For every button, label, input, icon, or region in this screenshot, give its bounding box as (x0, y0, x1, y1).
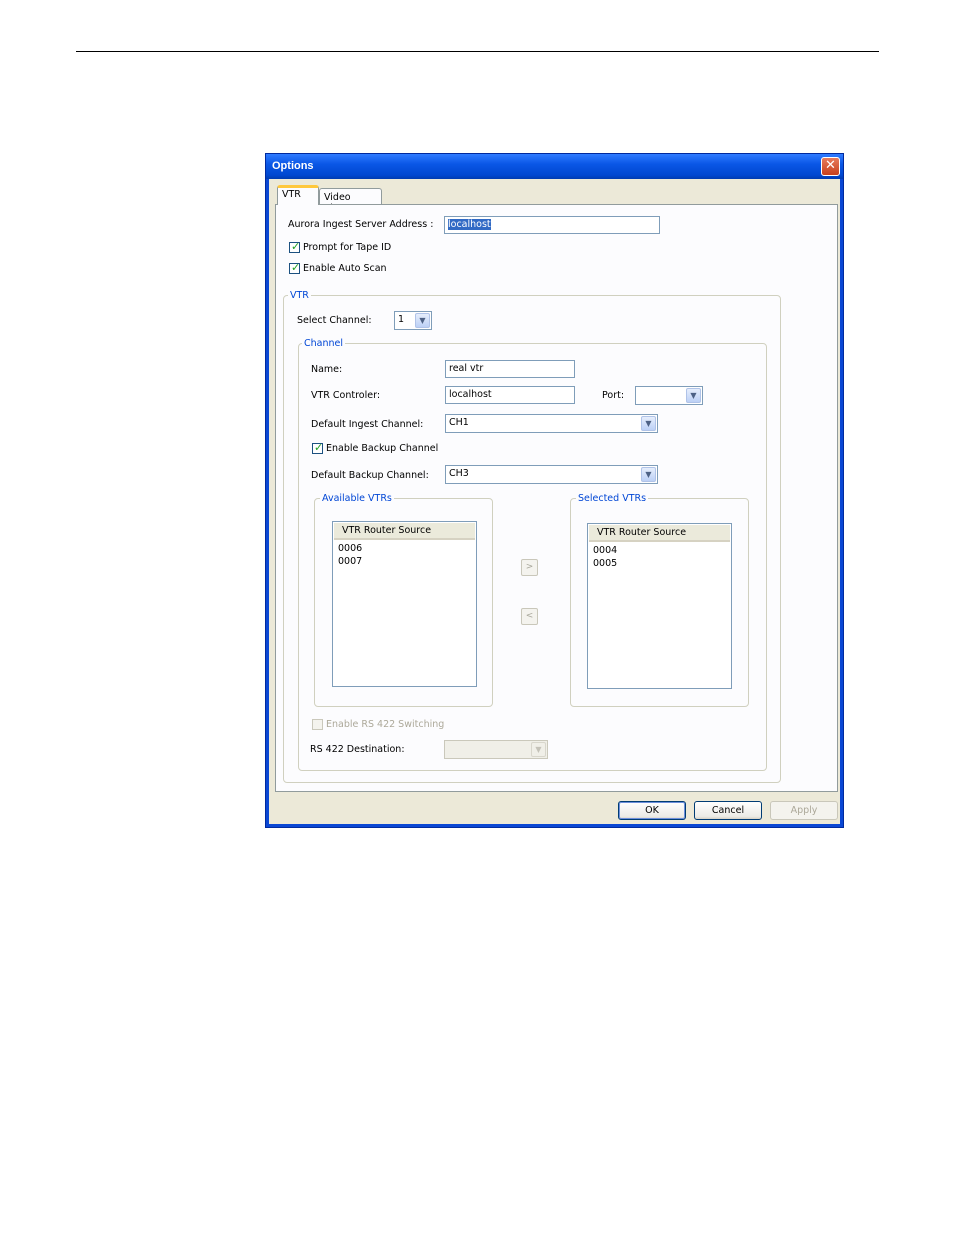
selected-vtrs-title: Selected VTRs (576, 493, 649, 504)
rs422-switching-checkbox[interactable] (312, 719, 323, 730)
list-item[interactable]: 0005 (593, 558, 617, 569)
enable-backup-label: Enable Backup Channel (326, 443, 439, 454)
rs422-switching-label: Enable RS 422 Switching (326, 719, 445, 730)
default-ingest-dropdown[interactable]: CH1 ▼ (445, 414, 658, 433)
port-dropdown[interactable]: ▼ (635, 386, 703, 405)
server-address-label: Aurora Ingest Server Address : (288, 219, 434, 230)
chevron-down-icon[interactable]: ▼ (641, 467, 656, 482)
chevron-down-icon[interactable]: ▼ (531, 742, 546, 757)
window-title: Options (272, 160, 314, 172)
default-ingest-value: CH1 (449, 417, 469, 428)
tab-vtr[interactable]: VTR (277, 185, 319, 205)
available-vtrs-list[interactable]: VTR Router Source 0006 0007 (332, 521, 477, 687)
default-backup-dropdown[interactable]: CH3 ▼ (445, 465, 658, 484)
list-item[interactable]: 0006 (338, 543, 362, 554)
add-vtr-button[interactable]: > (521, 559, 538, 576)
remove-vtr-button[interactable]: < (521, 608, 538, 625)
page-top-rule (76, 51, 879, 52)
vtr-group-title: VTR (288, 290, 311, 301)
enable-backup-checkbox[interactable]: ✓ (312, 441, 324, 454)
vtr-controller-input[interactable]: localhost (445, 386, 575, 404)
default-ingest-label: Default Ingest Channel: (311, 419, 424, 430)
name-value: real vtr (449, 363, 484, 374)
vtr-tab-panel: Aurora Ingest Server Address : localhost… (275, 204, 838, 792)
rs422-destination-dropdown[interactable]: ▼ (444, 740, 548, 759)
list-item[interactable]: 0004 (593, 545, 617, 556)
ok-button[interactable]: OK (618, 801, 686, 820)
default-backup-value: CH3 (449, 468, 469, 479)
select-channel-label: Select Channel: (297, 315, 372, 326)
tab-vtr-label: VTR (282, 189, 301, 200)
title-bar[interactable]: Options ✕ (266, 154, 843, 179)
auto-scan-label: Enable Auto Scan (303, 263, 387, 274)
name-input[interactable]: real vtr (445, 360, 575, 378)
dialog-client: VTR Video Viewer Aurora Ingest Server Ad… (269, 179, 840, 824)
checkmark-icon: ✓ (291, 261, 301, 274)
chevron-down-icon[interactable]: ▼ (686, 388, 701, 403)
vtr-controller-label: VTR Controler: (311, 390, 381, 401)
prompt-tape-id-label: Prompt for Tape ID (303, 242, 392, 253)
prompt-tape-id-checkbox[interactable]: ✓ (289, 240, 301, 253)
cancel-button[interactable]: Cancel (694, 801, 762, 820)
rs422-destination-label: RS 422 Destination: (310, 744, 405, 755)
selected-vtrs-column-header[interactable]: VTR Router Source (589, 525, 730, 542)
default-backup-label: Default Backup Channel: (311, 470, 429, 481)
checkmark-icon: ✓ (314, 441, 324, 454)
chevron-down-icon[interactable]: ▼ (641, 416, 656, 431)
available-vtrs-title: Available VTRs (320, 493, 394, 504)
close-button[interactable]: ✕ (821, 157, 840, 176)
list-item[interactable]: 0007 (338, 556, 362, 567)
checkmark-icon: ✓ (291, 240, 301, 253)
available-vtrs-column-header[interactable]: VTR Router Source (334, 523, 475, 540)
apply-button[interactable]: Apply (770, 801, 838, 820)
server-address-value: localhost (448, 219, 491, 230)
name-label: Name: (311, 364, 343, 375)
auto-scan-checkbox[interactable]: ✓ (289, 261, 301, 274)
selected-vtrs-list[interactable]: VTR Router Source 0004 0005 (587, 523, 732, 689)
vtr-controller-value: localhost (449, 389, 492, 400)
options-dialog: Options ✕ VTR Video Viewer Aurora Ingest… (265, 153, 844, 828)
chevron-down-icon[interactable]: ▼ (415, 313, 430, 328)
select-channel-value: 1 (398, 314, 405, 325)
server-address-input[interactable]: localhost (444, 216, 660, 234)
close-icon: ✕ (825, 158, 836, 173)
select-channel-dropdown[interactable]: 1 ▼ (394, 311, 432, 330)
port-label: Port: (602, 390, 625, 401)
channel-group-title: Channel (302, 338, 346, 349)
